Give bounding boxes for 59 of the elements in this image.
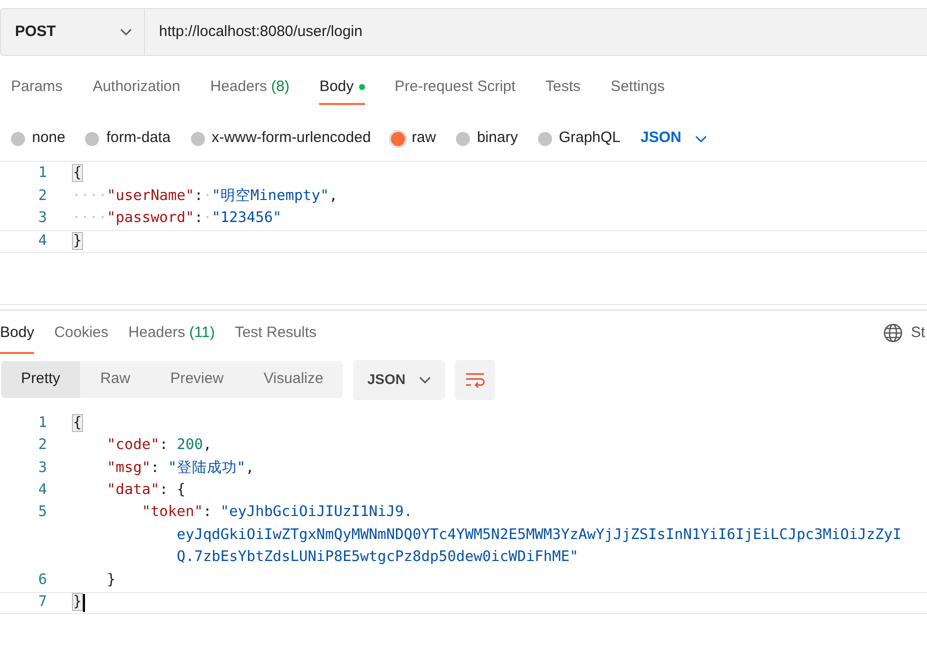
line-number: 3 [37, 209, 47, 228]
radio-button[interactable] [11, 132, 25, 146]
code-line: "token": "eyJhbGciOiJIUzI1NiJ9. [140, 503, 412, 522]
response-tab[interactable]: Body [0, 322, 34, 354]
format-dropdown[interactable]: JSON [353, 360, 446, 400]
line-number: 1 [37, 164, 47, 184]
code-line: Q.7zbEsYbtZdsLUNiP8E5wtgcPz8dp50dew0icWDiFhME" [176, 548, 578, 568]
globe-icon[interactable] [882, 323, 903, 343]
code-line: eyJqdGkiOiIwZTgxNmQyMWNmNDQ0YTc4YWM5N2E5MWM3YzAwYjJjZSIsInN1YiI6IjEiLCJpc3MiOiJzZyI [176, 526, 902, 545]
request-tab[interactable]: Params [11, 77, 63, 105]
radio-button[interactable] [456, 132, 470, 146]
chevron-down-icon [695, 134, 708, 142]
request-tab[interactable]: Body [319, 77, 365, 105]
request-tab[interactable]: Pre-request Script [394, 77, 516, 105]
url-field[interactable]: http://localhost:8080/user/login [145, 8, 927, 56]
response-tab[interactable]: Headers (11) [128, 322, 215, 354]
wrap-lines-icon [465, 372, 486, 388]
response-tab[interactable]: Test Results [234, 322, 317, 354]
text-cursor [82, 594, 85, 612]
line-number: 1 [37, 414, 47, 433]
radio-button[interactable] [538, 132, 552, 146]
view-mode-tab[interactable]: Raw [80, 361, 150, 398]
radio-option[interactable]: none [11, 127, 66, 150]
view-mode-tab[interactable]: Visualize [244, 361, 344, 398]
view-mode-tab[interactable]: Pretty [1, 361, 80, 398]
view-mode-tab[interactable]: Preview [150, 361, 244, 398]
line-number: 6 [37, 570, 47, 590]
request-tab[interactable]: Settings [610, 77, 665, 105]
radio-button[interactable] [190, 132, 205, 146]
radio-option[interactable]: x-www-form-urlencoded [190, 127, 371, 150]
code-line: "data": { [106, 481, 186, 500]
response-status: St [910, 323, 925, 343]
radio-option[interactable]: raw [390, 127, 436, 150]
code-line: ····"userName":·"明空Minempty", [71, 186, 338, 206]
method-dropdown[interactable]: POST [0, 8, 145, 56]
wrap-lines-button[interactable] [455, 360, 496, 400]
code-line: "code": 200, [106, 436, 212, 456]
line-number: 2 [37, 186, 47, 206]
request-tab[interactable]: Tests [546, 77, 581, 105]
radio-option[interactable]: form-data [85, 127, 171, 150]
request-tab[interactable]: Authorization [92, 77, 180, 105]
radio-option[interactable]: GraphQL [538, 127, 621, 150]
line-number: 4 [37, 232, 47, 250]
code-line: "msg": "登陆成功", [106, 458, 254, 478]
chevron-down-icon [120, 28, 132, 36]
radio-option[interactable]: binary [456, 127, 518, 150]
radio-button[interactable] [85, 132, 100, 146]
radio-button[interactable] [390, 132, 405, 146]
line-number: 7 [37, 592, 47, 612]
line-number: 5 [37, 503, 47, 522]
request-tab[interactable]: Headers (8) [210, 77, 290, 105]
language-dropdown[interactable]: JSON [640, 127, 708, 150]
line-number: 4 [37, 481, 47, 500]
line-number: 3 [37, 458, 47, 478]
code-line: } [106, 570, 116, 590]
line-number: 2 [37, 436, 47, 456]
response-tab[interactable]: Cookies [54, 322, 108, 354]
code-line: ····"password":·"123456" [71, 209, 282, 228]
chevron-down-icon [419, 376, 432, 384]
